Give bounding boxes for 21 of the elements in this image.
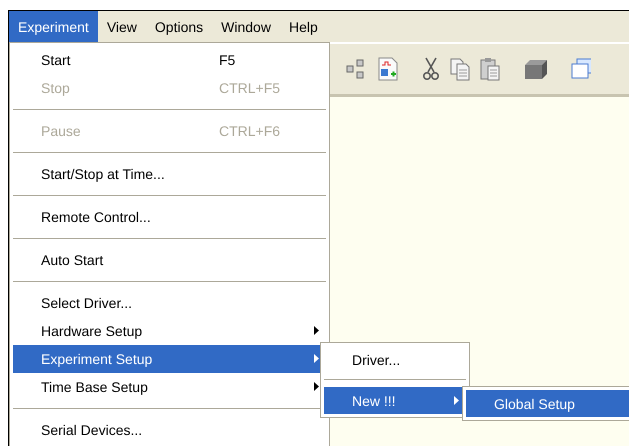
menu-item[interactable]: Select Driver... — [13, 289, 326, 317]
cut-icon[interactable] — [421, 57, 441, 81]
menu-item[interactable]: Driver... — [324, 346, 466, 373]
menu-bar-item[interactable]: Help — [280, 11, 327, 42]
menu-bar-item[interactable]: Experiment — [9, 11, 98, 42]
menu-item[interactable]: Remote Control... — [13, 203, 326, 231]
menu-item[interactable]: Hardware Setup — [13, 317, 326, 345]
box-icon[interactable] — [523, 57, 549, 81]
copy-icon[interactable] — [449, 57, 471, 81]
menu-bar-item[interactable]: Options — [146, 11, 212, 42]
new-document-icon[interactable] — [377, 57, 399, 81]
menu-item[interactable]: Auto Start — [13, 246, 326, 274]
paste-icon[interactable] — [479, 57, 501, 81]
menu-item[interactable]: Start F5 — [13, 46, 326, 74]
menu-bar-item[interactable]: View — [98, 11, 146, 42]
menu-item[interactable]: Serial Devices... — [13, 416, 326, 444]
menu-bar-item[interactable]: Window — [212, 11, 280, 42]
menu-item[interactable]: Start/Stop at Time... — [13, 160, 326, 188]
menu-item[interactable]: Global Setup — [466, 390, 629, 417]
windows-icon[interactable] — [571, 57, 591, 81]
menu-item[interactable]: Time Base Setup — [13, 373, 326, 401]
